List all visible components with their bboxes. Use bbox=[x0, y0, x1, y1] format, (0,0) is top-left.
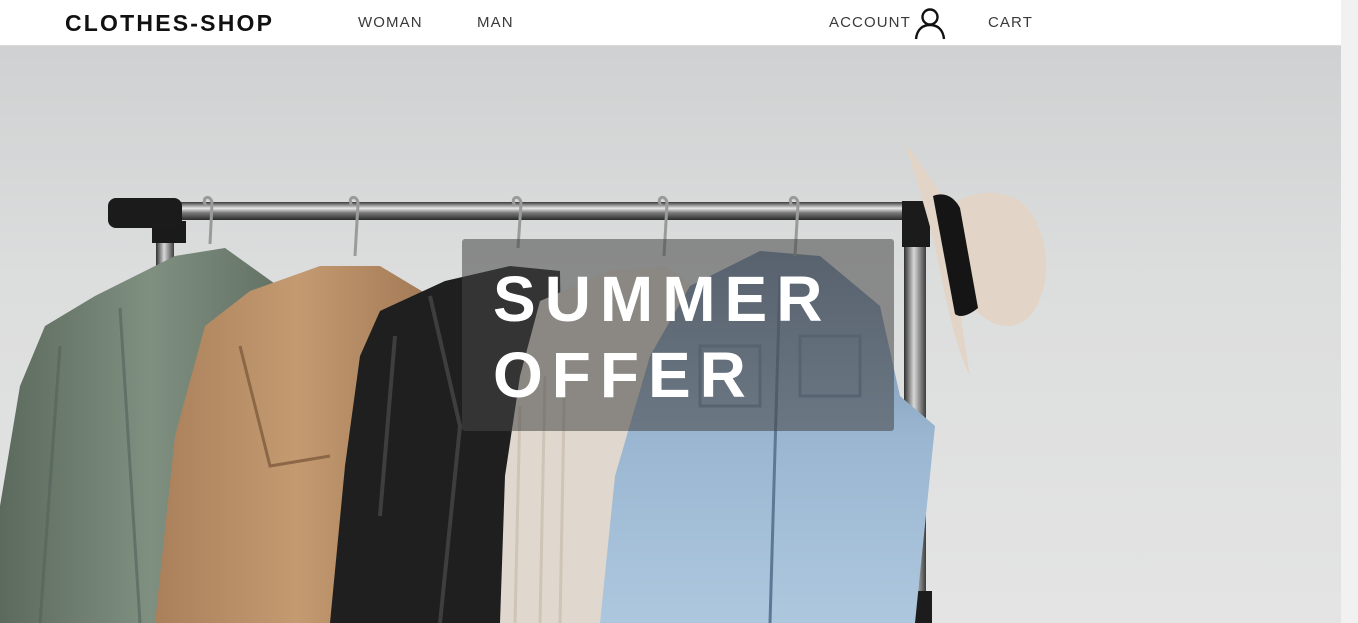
user-icon[interactable] bbox=[912, 6, 948, 40]
nav-link-cart[interactable]: CART bbox=[988, 14, 1033, 32]
top-navbar: CLOTHES-SHOP WOMAN MAN ACCOUNT CART bbox=[0, 0, 1341, 46]
nav-link-man[interactable]: MAN bbox=[477, 14, 514, 32]
nav-link-woman[interactable]: WOMAN bbox=[358, 14, 423, 32]
nav-link-account[interactable]: ACCOUNT bbox=[829, 14, 911, 32]
brand-logo[interactable]: CLOTHES-SHOP bbox=[65, 9, 274, 37]
hero-banner: SUMMER OFFER bbox=[0, 46, 1341, 623]
page-scrollbar[interactable] bbox=[1341, 0, 1358, 623]
hero-title: SUMMER OFFER bbox=[493, 263, 832, 411]
